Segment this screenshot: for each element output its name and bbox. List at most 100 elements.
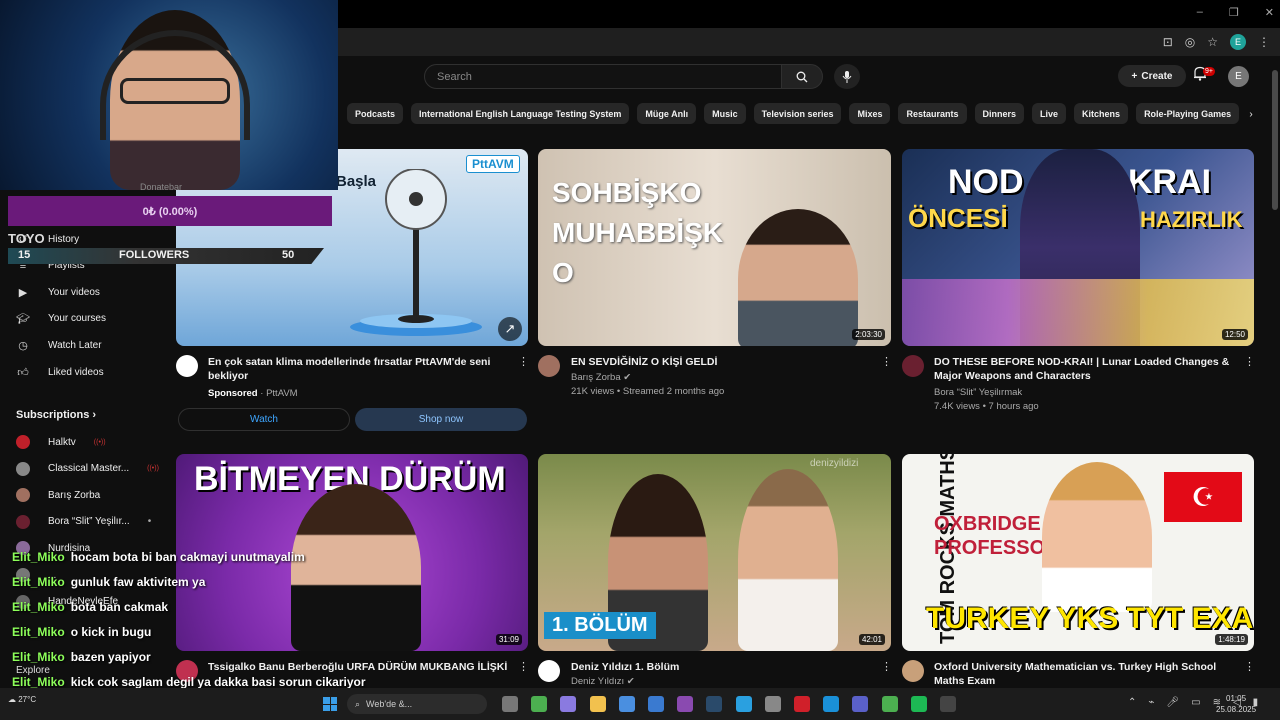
channel-name[interactable]: Bora “Slit” Yeşilırmak [934, 385, 1022, 400]
chat-username: Elit_Miko [12, 675, 65, 689]
minimize-button[interactable]: – [1197, 6, 1203, 19]
shop-now-button[interactable]: Shop now [355, 408, 527, 431]
duration-badge: 31:09 [495, 634, 522, 645]
video-title[interactable]: EN SEVDİĞİNİZ O KİŞİ GELDİ [571, 355, 861, 369]
steam-icon[interactable] [706, 696, 723, 712]
video-thumbnail[interactable]: TOM ROCKS MATHS OXBRIDGE PROFESSOR ☪ TURK… [902, 454, 1254, 651]
video-title[interactable]: Oxford University Mathematician vs. Turk… [934, 660, 1244, 688]
opera-icon[interactable] [794, 696, 810, 712]
network-icon[interactable]: ⌁ [1148, 697, 1154, 708]
folder-icon[interactable] [589, 696, 606, 712]
chevron-up-icon[interactable]: ⌃ [1128, 697, 1136, 708]
more-options-icon[interactable]: ⋮ [518, 660, 529, 673]
more-options-icon[interactable]: ⋮ [881, 355, 892, 368]
file-explorer-icon[interactable] [502, 696, 518, 712]
search-button[interactable] [781, 64, 823, 89]
filter-chip[interactable]: Television series [753, 103, 842, 124]
subscriptions-heading[interactable]: Subscriptions › [16, 409, 96, 421]
video-title[interactable]: Deniz Yıldızı 1. Bölüm [571, 660, 861, 674]
taskbar-search[interactable]: ⌕ Web'de &... [347, 694, 487, 714]
filter-chip[interactable]: Podcasts [347, 103, 404, 124]
browser-profile-avatar[interactable]: E [1230, 34, 1246, 50]
filter-chip[interactable]: Dinners [974, 103, 1025, 124]
create-button[interactable]: + Create [1118, 65, 1186, 87]
sidebar-item-your-videos[interactable]: ▶ Your videos [16, 282, 100, 302]
followers-tag: TOYO [8, 231, 45, 246]
game-icon[interactable] [677, 696, 694, 712]
filter-chip[interactable]: Live [1032, 103, 1067, 124]
clock[interactable]: 01:05 25.08.2025 [1216, 693, 1256, 715]
copilot-icon[interactable] [560, 696, 577, 712]
sidebar-item-liked-videos[interactable]: 👍︎ Liked videos [16, 362, 103, 382]
more-options-icon[interactable]: ⋮ [518, 355, 529, 368]
filter-chip[interactable]: Music [704, 103, 746, 124]
thumb-text: NOD [948, 163, 1024, 201]
skype-icon[interactable] [823, 696, 840, 712]
windows-start-icon[interactable] [323, 697, 337, 711]
filter-chip[interactable]: Mixes [849, 103, 891, 124]
maximize-button[interactable]: ❐ [1229, 6, 1239, 19]
install-icon[interactable]: ⊡ [1163, 35, 1173, 49]
video-title[interactable]: DO THESE BEFORE NOD-KRAI! | Lunar Loaded… [934, 355, 1244, 383]
webcam-overlay [0, 0, 338, 190]
close-button[interactable]: ✕ [1265, 6, 1274, 19]
external-link-icon[interactable]: ↗ [498, 317, 522, 341]
browser-icon[interactable] [735, 696, 752, 712]
voice-search-button[interactable] [834, 64, 860, 89]
video-meta: 7.4K views • 7 hours ago [934, 401, 1039, 412]
chrome-icon[interactable] [531, 696, 548, 712]
eye-off-icon[interactable]: ◎ [1185, 35, 1195, 49]
channel-avatar[interactable] [176, 355, 198, 377]
monitor-icon[interactable]: ▭ [1191, 697, 1200, 708]
more-options-icon[interactable]: ⋮ [881, 660, 892, 673]
weather-widget[interactable]: ☁ 27°C [8, 695, 36, 704]
subscription-item[interactable]: Bora “Slit” Yeşilır... • [16, 512, 151, 532]
scrollbar-thumb[interactable] [1272, 70, 1278, 210]
channel-name[interactable]: Barış Zorba ✔ [571, 370, 631, 385]
video-thumbnail[interactable]: NOD KRAI ÖNCESİ HAZIRLIK 12:50 [902, 149, 1254, 346]
browser-menu-icon[interactable]: ⋮ [1258, 35, 1270, 49]
store-icon[interactable] [618, 696, 635, 712]
subscription-item[interactable]: Classical Master... ((•)) [16, 459, 159, 479]
more-options-icon[interactable]: ⋮ [1244, 660, 1255, 673]
channel-avatar [16, 435, 30, 449]
sidebar-item-watch-later[interactable]: ◷ Watch Later [16, 335, 101, 355]
filter-chip[interactable]: Restaurants [898, 103, 967, 124]
chips-next-arrow-icon[interactable]: › [1240, 103, 1262, 125]
channel-avatar[interactable] [538, 355, 560, 377]
channel-name[interactable]: PttAVM [266, 388, 298, 399]
scrollbar[interactable] [1271, 60, 1279, 688]
video-thumbnail[interactable]: denizyildizi 1. BÖLÜM 42:01 [538, 454, 891, 651]
sidebar-item-your-courses[interactable]: 🎓︎ Your courses [16, 309, 106, 329]
mail-icon[interactable] [648, 696, 664, 712]
subscription-item[interactable]: Barış Zorba [16, 485, 100, 505]
video-icon: ▶ [18, 286, 28, 299]
subscription-name: Barış Zorba [48, 489, 101, 501]
filter-chip[interactable]: Kitchens [1074, 103, 1129, 124]
channel-avatar[interactable] [902, 660, 924, 682]
watch-button[interactable]: Watch [178, 408, 350, 431]
search-input[interactable]: Search [424, 64, 782, 89]
channel-avatar[interactable] [538, 660, 560, 682]
chat-message: Elit_Miko gunluk faw aktivitem ya [12, 575, 205, 589]
app-icon[interactable] [764, 696, 781, 712]
more-options-icon[interactable]: ⋮ [1244, 355, 1255, 368]
video-thumbnail[interactable]: SOHBİŞKO MUHABBİŞK O 2:03:30 [538, 149, 891, 346]
chrome-active-icon[interactable] [881, 696, 898, 712]
filter-chip[interactable]: International English Language Testing S… [411, 103, 630, 124]
channel-avatar[interactable] [902, 355, 924, 377]
video-title[interactable]: Tssigalko Banu Berberoğlu URFA DÜRÜM MUK… [208, 660, 508, 674]
courses-icon: 🎓︎ [16, 313, 30, 326]
obs-icon[interactable] [940, 696, 956, 712]
mic-tray-icon[interactable]: 🎤︎ [1166, 697, 1179, 708]
account-avatar[interactable]: E [1228, 66, 1249, 87]
teams-icon[interactable] [852, 696, 869, 712]
spotify-icon[interactable] [910, 696, 927, 712]
video-title[interactable]: En çok satan klima modellerinde fırsatla… [208, 355, 498, 383]
filter-chips: tPodcastsInternational English Language … [332, 103, 1240, 125]
filter-chip[interactable]: Müge Anlı [637, 103, 697, 124]
channel-name[interactable]: Deniz Yıldızı ✔ [571, 674, 635, 689]
subscription-item[interactable]: Halktv ((•)) [16, 432, 106, 452]
bookmark-star-icon[interactable]: ☆ [1207, 35, 1218, 49]
filter-chip[interactable]: Role-Playing Games [1136, 103, 1240, 124]
